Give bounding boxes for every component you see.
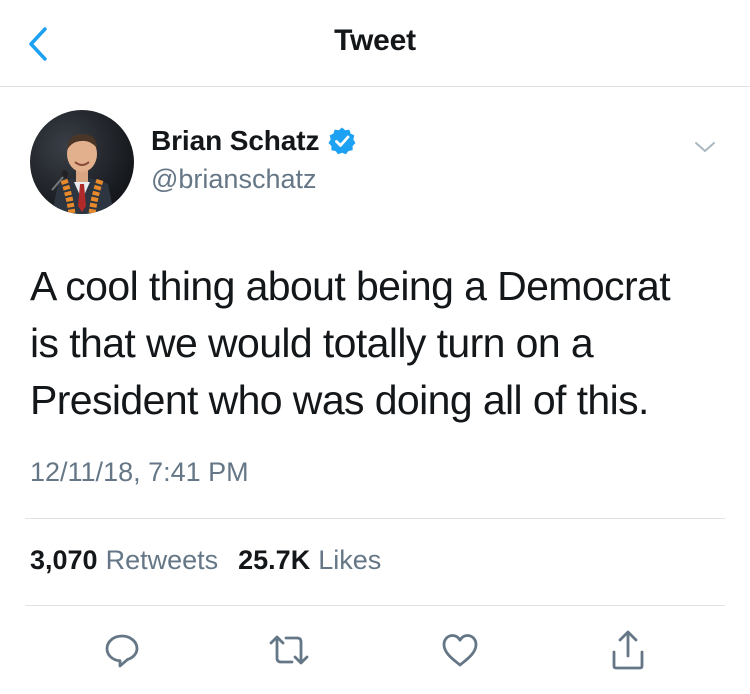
tweet-text-line: A cool thing about being a Democrat bbox=[30, 263, 671, 309]
retweets-label: Retweets bbox=[105, 545, 219, 575]
retweets-stat[interactable]: 3,070 Retweets bbox=[30, 545, 218, 576]
author-name-row[interactable]: Brian Schatz bbox=[151, 125, 357, 157]
retweet-button[interactable] bbox=[265, 626, 313, 674]
retweets-count: 3,070 bbox=[30, 545, 98, 575]
tweet-stats: 3,070 Retweets 25.7K Likes bbox=[30, 545, 381, 576]
likes-count: 25.7K bbox=[238, 545, 311, 575]
likes-stat[interactable]: 25.7K Likes bbox=[238, 545, 381, 576]
tweet-timestamp: 12/11/18, 7:41 PM bbox=[30, 457, 249, 487]
avatar-image bbox=[30, 110, 134, 214]
author-handle[interactable]: @brianschatz bbox=[151, 164, 316, 195]
tweet-text-line: President who was doing all of this. bbox=[30, 377, 649, 423]
share-icon bbox=[612, 630, 644, 670]
navigation-bar: Tweet bbox=[0, 0, 750, 87]
like-icon bbox=[442, 634, 478, 667]
reply-icon bbox=[105, 634, 139, 668]
reply-button[interactable] bbox=[98, 626, 146, 674]
retweet-icon bbox=[269, 635, 309, 665]
tweet-text-line: is that we would totally turn on a bbox=[30, 320, 594, 366]
divider bbox=[25, 518, 725, 519]
chevron-down-icon[interactable] bbox=[690, 132, 720, 162]
avatar[interactable] bbox=[30, 110, 134, 214]
tweet-actions bbox=[0, 626, 750, 682]
page-title: Tweet bbox=[334, 24, 416, 57]
like-button[interactable] bbox=[436, 626, 484, 674]
verified-badge-icon bbox=[328, 127, 356, 155]
divider bbox=[25, 605, 725, 606]
tweet-text: A cool thing about being a Democrat is t… bbox=[30, 258, 730, 429]
share-button[interactable] bbox=[604, 626, 652, 674]
tweet-author: Brian Schatz @brianschatz bbox=[30, 110, 720, 220]
likes-label: Likes bbox=[318, 545, 382, 575]
author-name: Brian Schatz bbox=[151, 125, 320, 156]
